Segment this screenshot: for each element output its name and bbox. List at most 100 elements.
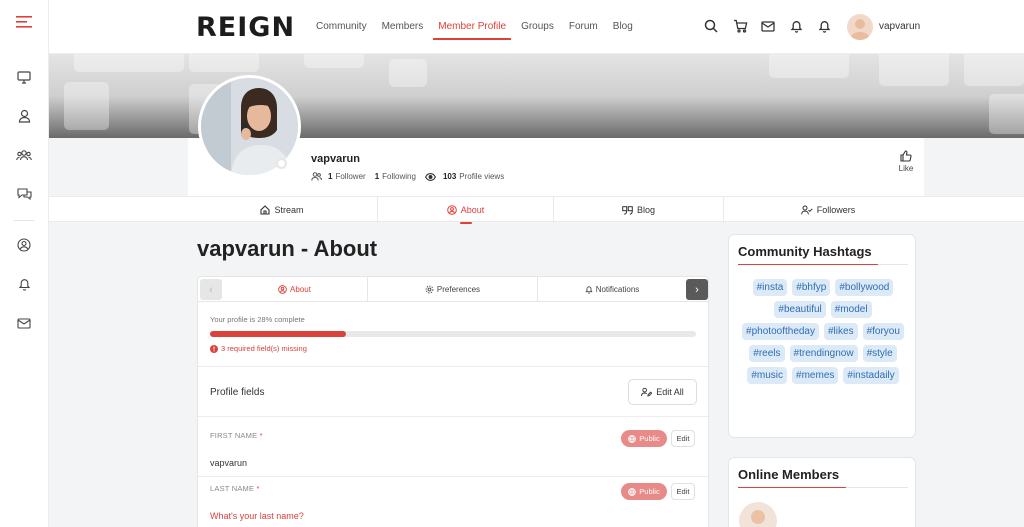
- about-tab-notifications-label: Notifications: [595, 285, 640, 294]
- profile-stats: 1 Follower 1 Following 103 Profile views: [311, 172, 504, 181]
- tab-stream-label: Stream: [274, 205, 304, 215]
- user-circle-icon: [446, 205, 457, 215]
- profile-fields-title: Profile fields: [210, 387, 265, 398]
- hashtags-title: Community Hashtags: [738, 244, 872, 259]
- like-label: Like: [898, 164, 914, 173]
- cart-icon[interactable]: [731, 17, 749, 35]
- field-value-first-name: vapvarun: [210, 458, 248, 468]
- site-logo[interactable]: REIGN: [196, 12, 295, 43]
- nav-blog[interactable]: Blog: [608, 0, 638, 54]
- thumbs-up-icon: [896, 150, 916, 164]
- mail-icon[interactable]: [12, 311, 36, 335]
- eye-icon: [424, 172, 436, 181]
- user-check-icon: [800, 205, 813, 215]
- alerts-icon[interactable]: [815, 17, 833, 35]
- about-tab-preferences[interactable]: Preferences: [368, 277, 538, 302]
- profile-name: vapvarun: [311, 153, 360, 165]
- online-members-widget: Online Members: [728, 457, 916, 527]
- menu-icon[interactable]: [12, 10, 36, 34]
- field-value-last-name[interactable]: What's your last name?: [210, 511, 304, 521]
- quote-icon: [622, 205, 633, 215]
- required-marker: *: [256, 484, 260, 493]
- hashtag-chip[interactable]: #reels: [749, 345, 785, 362]
- profile-progress-bar: [210, 331, 696, 337]
- chat-icon[interactable]: [12, 182, 36, 206]
- hashtag-chip[interactable]: #likes: [824, 323, 858, 340]
- field-label-last-name-text: LAST NAME: [210, 484, 255, 493]
- user-edit-icon: [641, 387, 653, 397]
- online-status-indicator: [276, 158, 287, 169]
- hashtag-chip[interactable]: #insta: [752, 279, 788, 296]
- about-tab-about[interactable]: About: [222, 277, 368, 302]
- about-tab-about-label: About: [290, 285, 311, 294]
- nav-member-profile[interactable]: Member Profile: [433, 0, 511, 54]
- nav-community[interactable]: Community: [311, 0, 372, 54]
- about-tab-notifications[interactable]: Notifications: [538, 277, 686, 302]
- hashtag-chip[interactable]: #beautiful: [774, 301, 826, 318]
- globe-icon: [628, 487, 637, 496]
- about-tabs: ‹ About Preferences Notifications ›: [198, 277, 708, 302]
- followers-icon: [311, 172, 322, 181]
- tabs-prev-button[interactable]: ‹: [200, 279, 222, 300]
- hashtag-chip[interactable]: #bhfyp: [792, 279, 831, 296]
- header-username[interactable]: vapvarun: [879, 21, 920, 32]
- hashtag-list: #insta #bhfyp #bollywood #beautiful #model #p…: [735, 279, 911, 384]
- visibility-label: Public: [639, 487, 660, 496]
- online-members-title: Online Members: [738, 467, 840, 482]
- views-label: Profile views: [459, 172, 505, 181]
- hashtag-chip[interactable]: #model: [830, 301, 872, 318]
- messages-icon[interactable]: [759, 17, 777, 35]
- views-count: 103: [442, 172, 457, 181]
- tabs-next-button[interactable]: ›: [686, 279, 708, 300]
- home-icon: [260, 205, 271, 215]
- like-button[interactable]: Like: [896, 150, 916, 173]
- edit-all-label: Edit All: [656, 387, 684, 397]
- nav-groups[interactable]: Groups: [516, 0, 559, 54]
- hashtag-chip[interactable]: #music: [747, 367, 788, 384]
- monitor-icon[interactable]: [12, 65, 36, 89]
- member-avatar[interactable]: [739, 502, 777, 527]
- chevron-right-icon: ›: [695, 283, 699, 296]
- following-label[interactable]: Following: [382, 172, 416, 181]
- tab-about[interactable]: About: [378, 197, 553, 224]
- edit-last-name-button[interactable]: Edit: [671, 483, 695, 500]
- field-label-first-name: FIRST NAME *: [210, 431, 263, 440]
- hashtag-chip[interactable]: #trendingnow: [789, 345, 858, 362]
- alert-circle-icon: [210, 344, 218, 353]
- missing-fields-warning[interactable]: 3 required field(s) missing: [210, 344, 307, 353]
- hashtag-chip[interactable]: #bollywood: [835, 279, 894, 296]
- visibility-badge-first-name[interactable]: Public: [621, 430, 667, 447]
- hashtag-chip[interactable]: #photooftheday: [742, 323, 819, 340]
- required-marker: *: [259, 431, 263, 440]
- profile-header: [188, 138, 924, 196]
- user-icon[interactable]: [12, 104, 36, 128]
- user-avatar[interactable]: [847, 14, 873, 40]
- followers-label[interactable]: Follower: [335, 172, 365, 181]
- hashtag-chip[interactable]: #foryou: [862, 323, 904, 340]
- hashtag-chip[interactable]: #instadaily: [843, 367, 899, 384]
- globe-icon: [628, 434, 637, 443]
- visibility-badge-last-name[interactable]: Public: [621, 483, 667, 500]
- user-circle-icon: [278, 285, 287, 294]
- profile-progress-label: Your profile is 28% complete: [210, 315, 305, 324]
- visibility-label: Public: [639, 434, 660, 443]
- account-circle-icon[interactable]: [12, 233, 36, 257]
- hashtag-chip[interactable]: #memes: [792, 367, 839, 384]
- following-count: 1: [374, 172, 380, 181]
- nav-forum[interactable]: Forum: [564, 0, 603, 54]
- field-label-first-name-text: FIRST NAME: [210, 431, 258, 440]
- field-label-last-name: LAST NAME *: [210, 484, 260, 493]
- edit-all-button[interactable]: Edit All: [628, 379, 697, 405]
- nav-members[interactable]: Members: [377, 0, 429, 54]
- top-header: REIGN Community Members Member Profile G…: [49, 0, 1024, 54]
- notifications-icon[interactable]: [787, 17, 805, 35]
- tab-followers[interactable]: Followers: [724, 197, 932, 223]
- bell-icon[interactable]: [12, 272, 36, 296]
- tab-blog[interactable]: Blog: [554, 197, 723, 223]
- edit-first-name-button[interactable]: Edit: [671, 430, 695, 447]
- tab-stream[interactable]: Stream: [188, 197, 376, 223]
- hashtag-chip[interactable]: #style: [862, 345, 897, 362]
- group-icon[interactable]: [12, 143, 36, 167]
- followers-count: 1: [328, 172, 333, 181]
- search-icon[interactable]: [702, 17, 720, 35]
